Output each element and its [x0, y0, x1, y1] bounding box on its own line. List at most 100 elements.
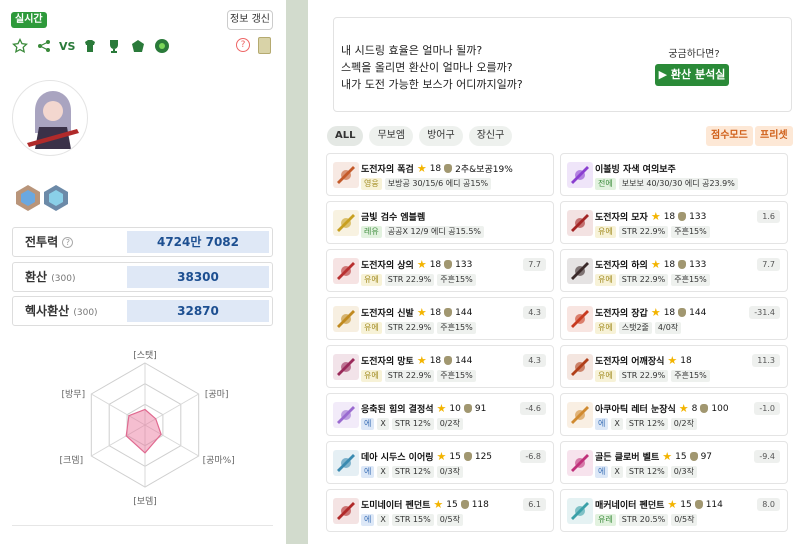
gem-icon[interactable] [129, 37, 147, 55]
combat-power-row: 전투력 ? 4724만 7082 [12, 227, 273, 257]
star-count: 15 [675, 451, 687, 462]
scroll-icon[interactable] [258, 37, 271, 54]
item-name-row: 이볼빙 자색 여의보주 [595, 162, 676, 175]
potential-grade-badge: 에 [361, 514, 375, 526]
item-card[interactable]: 도전자의 장갑 ★ 18 144 유에 스탯2줄 4/0작 -31.4 [560, 297, 788, 340]
upgrade-value: 100 [711, 403, 729, 414]
help-icon[interactable]: ? [236, 38, 250, 52]
share-icon[interactable] [35, 37, 53, 55]
item-tags: 유에 스탯2줄 4/0작 [595, 322, 682, 334]
legion-emblem-icon [42, 184, 70, 212]
star-force-icon: ★ [650, 306, 661, 319]
option-chip: 주흔15% [437, 322, 476, 334]
item-card[interactable]: 도전자의 상의 ★ 18 133 유에 STR 22.9% 주흔15% 7.7 [326, 249, 554, 292]
radar-label: [스탯] [133, 350, 157, 361]
upgrade-value: 118 [471, 499, 489, 510]
option-chip: STR 22.9% [384, 274, 435, 286]
score-delta: -4.6 [520, 402, 546, 415]
option-chip: 주흔15% [437, 274, 476, 286]
divider [12, 525, 273, 526]
tab-weapons[interactable]: 무보엠 [369, 126, 414, 146]
item-icon [333, 210, 359, 236]
star-force-icon: ★ [667, 498, 678, 511]
item-card[interactable]: 응축된 힘의 결정석 ★ 10 91 에 X STR 12% 0/2작 -4.6 [326, 393, 554, 436]
item-card[interactable]: 아쿠아틱 레터 눈장식 ★ 8 100 에 X STR 12% 0/2작 -1.0 [560, 393, 788, 436]
item-card[interactable]: 금빛 검수 엠블렘 레유 공공X 12/9 에디 공15.5% [326, 201, 554, 244]
play-icon: ▶ [658, 68, 671, 81]
item-tags: 에 X STR 12% 0/2작 [361, 418, 463, 430]
item-card[interactable]: 도전자의 신발 ★ 18 144 유에 STR 22.9% 주흔15% 4.3 [326, 297, 554, 340]
star-force-icon: ★ [436, 450, 447, 463]
item-icon [567, 402, 593, 428]
item-card[interactable]: 이볼빙 자색 여의보주 전에 보보보 40/30/30 에디 공23.9% [560, 153, 788, 196]
potential-grade-badge: 유에 [595, 274, 616, 286]
character-avatar [12, 80, 88, 156]
item-card[interactable]: 도전자의 폭검 ★ 18 2추&보공19% 영웅 보방공 30/15/6 에디 공15% [326, 153, 554, 196]
star-count: 10 [449, 403, 461, 414]
potential-grade-badge: 전에 [595, 178, 616, 190]
trophy-icon[interactable] [105, 37, 123, 55]
orb-icon[interactable] [153, 37, 171, 55]
upgrade-bag-icon [678, 260, 687, 269]
item-name-row: 금빛 검수 엠블렘 [361, 210, 425, 223]
score-delta: -31.4 [749, 306, 780, 319]
item-card[interactable]: 도전자의 망토 ★ 18 144 유에 STR 22.9% 주흔15% 4.3 [326, 345, 554, 388]
radar-stat-area [125, 408, 162, 454]
upgrade-value: 144 [455, 307, 473, 318]
star-count: 15 [680, 499, 692, 510]
potential-grade-badge: 유에 [595, 226, 616, 238]
info-icon[interactable]: ? [62, 237, 74, 248]
question-1: 내 시드링 효율은 얼마나 될까? [341, 44, 483, 57]
score-delta: 6.1 [523, 498, 546, 511]
option-chip: 스탯2줄 [618, 322, 652, 334]
item-name: 도전자의 상의 [361, 261, 414, 271]
star-force-icon: ★ [650, 210, 661, 223]
toolbar-icons: VS [11, 36, 171, 56]
upgrade-value: 133 [689, 259, 707, 270]
armor-icon[interactable] [81, 37, 99, 55]
item-card[interactable]: 도전자의 어깨장식 ★ 18 유에 STR 22.9% 주흔15% 11.3 [560, 345, 788, 388]
item-name-row: 도전자의 하의 ★ 18 133 [595, 258, 706, 271]
option-chip: STR 22.9% [618, 274, 669, 286]
item-tags: 유에 STR 22.9% 주흔15% [361, 370, 476, 382]
item-tags: 유에 STR 22.9% 주흔15% [595, 370, 710, 382]
compare-vs-button[interactable]: VS [59, 40, 75, 53]
option-chip: 주흔15% [437, 370, 476, 382]
tab-armor[interactable]: 방어구 [419, 126, 463, 146]
upgrade-bag-icon [678, 212, 687, 221]
tab-accessories[interactable]: 장신구 [468, 126, 513, 146]
potential-grade-badge: 레유 [361, 226, 382, 238]
item-tags: 에 X STR 12% 0/3작 [361, 466, 463, 478]
score-mode-button[interactable]: 점수모드 [706, 126, 753, 146]
star-force-icon: ★ [678, 402, 689, 415]
upgrade-bag-icon [444, 164, 453, 173]
refresh-button[interactable]: 정보 갱신 [227, 10, 273, 30]
item-icon [333, 306, 359, 332]
item-name: 도미네이터 펜던트 [361, 501, 431, 511]
option-chip: STR 12% [391, 466, 434, 478]
live-badge: 실시간 [11, 12, 47, 28]
star-force-icon: ★ [662, 450, 673, 463]
item-card[interactable]: 도전자의 하의 ★ 18 133 유에 STR 22.9% 주흔15% 7.7 [560, 249, 788, 292]
item-card[interactable]: 골든 클로버 벨트 ★ 15 97 에 X STR 12% 0/3작 -9.4 [560, 441, 788, 484]
conversion-row: 환산 (300) 38300 [12, 262, 273, 292]
upgrade-bag-icon [689, 452, 698, 461]
preset-button[interactable]: 프리셋 [755, 126, 793, 146]
item-tags: 에 X STR 15% 0/5작 [361, 514, 463, 526]
item-name-row: 도전자의 상의 ★ 18 133 [361, 258, 472, 271]
star-force-icon: ★ [650, 258, 661, 271]
item-card[interactable]: 도전자의 모자 ★ 18 133 유에 STR 22.9% 주흔15% 1.6 [560, 201, 788, 244]
conversion-analysis-button[interactable]: ▶ 환산 분석실 [655, 64, 729, 86]
item-card[interactable]: 매커네이터 펜던트 ★ 15 114 유레 STR 20.5% 0/5작 8.0 [560, 489, 788, 532]
potential-grade-badge: 에 [361, 418, 375, 430]
tab-all[interactable]: ALL [327, 126, 364, 146]
item-card[interactable]: 도미네이터 펜던트 ★ 15 118 에 X STR 15% 0/5작 6.1 [326, 489, 554, 532]
item-card[interactable]: 데아 시두스 이어링 ★ 15 125 에 X STR 12% 0/3작 -6.8 [326, 441, 554, 484]
item-name: 골든 클로버 벨트 [595, 453, 660, 463]
option-chip: 주흔15% [671, 226, 710, 238]
item-tags: 유에 STR 22.9% 주흔15% [361, 322, 476, 334]
radar-label: [공마%] [203, 455, 235, 466]
option-chip: 주흔15% [671, 370, 710, 382]
potential-grade-badge: 유에 [595, 370, 616, 382]
star-icon[interactable] [11, 37, 29, 55]
